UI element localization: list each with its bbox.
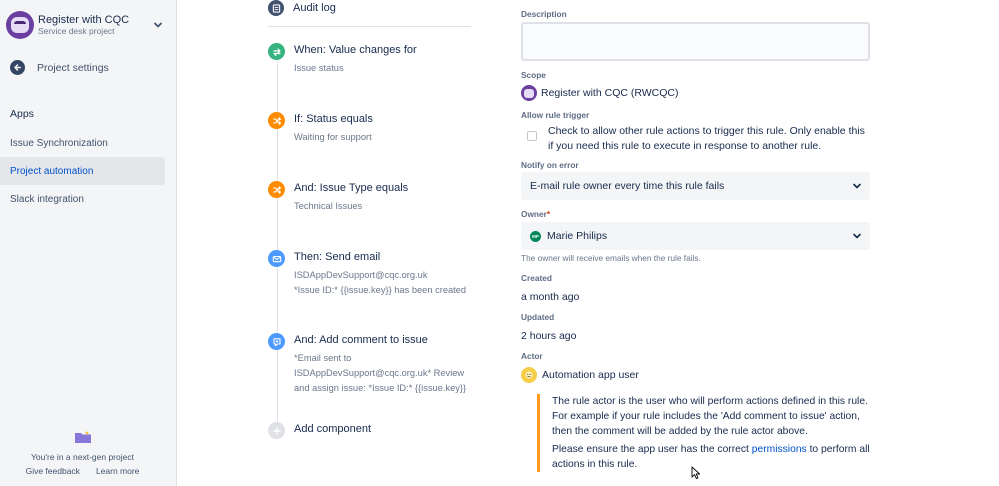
condition-icon	[268, 112, 285, 129]
comment-icon	[268, 333, 285, 350]
scope-value: Register with CQC (RWCQC)	[521, 85, 678, 101]
scope-label: Scope	[521, 70, 546, 80]
next-gen-text: You're in a next-gen project	[31, 452, 134, 462]
component-detail: and assign issue: *Issue ID:* {{issue.ke…	[294, 382, 467, 393]
add-component-label: Add component	[294, 423, 372, 435]
divider	[268, 26, 471, 27]
project-avatar	[521, 85, 537, 101]
trigger-icon	[268, 43, 285, 60]
permissions-link[interactable]: permissions	[752, 444, 807, 455]
scope-project-name: Register with CQC (RWCQC)	[541, 87, 679, 99]
owner-select[interactable]: MP Marie Philips	[521, 222, 870, 250]
actor-value: Automation app user	[521, 367, 639, 383]
give-feedback-link[interactable]: Give feedback	[26, 466, 80, 476]
component-detail: Waiting for support	[294, 132, 372, 142]
plus-icon	[268, 422, 285, 439]
next-gen-notice: You're in a next-gen project Give feedba…	[0, 430, 165, 476]
owner-label: Owner*	[521, 209, 551, 219]
component-detail: ISDAppDevSupport@cqc.org.uk* Review	[294, 367, 465, 378]
created-value: a month ago	[521, 291, 580, 303]
description-field[interactable]	[521, 22, 870, 61]
project-type: Service desk project	[38, 26, 115, 36]
required-marker: *	[546, 209, 551, 219]
sidebar-item-slack-integration[interactable]: Slack integration	[0, 185, 165, 213]
sidebar-item-issue-synchronization[interactable]: Issue Synchronization	[0, 129, 165, 157]
actor-label: Actor	[521, 351, 543, 361]
notify-on-error-value: E-mail rule owner every time this rule f…	[530, 180, 725, 192]
sidebar: Register with CQC Service desk project P…	[0, 0, 177, 486]
component-title: If: Status equals	[294, 113, 373, 125]
audit-log-icon	[268, 0, 284, 16]
actor-note-text: The rule actor is the user who will perf…	[552, 396, 868, 437]
updated-label: Updated	[521, 312, 555, 322]
component-title: When: Value changes for	[294, 44, 417, 56]
project-switcher[interactable]: Register with CQC Service desk project	[6, 10, 166, 40]
allow-rule-trigger: Check to allow other rule actions to tri…	[527, 124, 872, 153]
component-title: And: Issue Type equals	[294, 182, 409, 194]
actor-info-note: The rule actor is the user who will perf…	[537, 394, 873, 472]
app-user-avatar	[521, 367, 537, 383]
apps-heading: Apps	[10, 108, 34, 120]
project-avatar	[6, 11, 34, 39]
component-title: And: Add comment to issue	[294, 334, 428, 346]
mouse-cursor-icon	[691, 466, 701, 480]
folder-icon	[74, 430, 91, 443]
project-settings-label: Project settings	[37, 61, 109, 74]
notify-on-error-select[interactable]: E-mail rule owner every time this rule f…	[521, 172, 870, 200]
created-label: Created	[521, 273, 552, 283]
component-detail: *Issue ID:* {{issue.key}} has been creat…	[294, 284, 467, 295]
actor-name: Automation app user	[542, 369, 639, 381]
component-detail: *Email sent to	[294, 353, 352, 363]
arrow-left-icon	[10, 60, 25, 75]
chevron-down-icon	[849, 228, 865, 244]
audit-log-link[interactable]: Audit log	[268, 0, 336, 16]
allow-rule-trigger-checkbox[interactable]	[527, 131, 537, 141]
component-detail: ISDAppDevSupport@cqc.org.uk	[294, 270, 428, 280]
component-title: Then: Send email	[294, 251, 381, 263]
audit-log-label: Audit log	[293, 2, 336, 14]
learn-more-link[interactable]: Learn more	[96, 466, 139, 476]
component-detail: Technical Issues	[294, 201, 363, 211]
email-icon	[268, 250, 285, 267]
chevron-down-icon	[849, 178, 865, 194]
owner-avatar: MP	[530, 230, 541, 242]
owner-value: Marie Philips	[547, 230, 608, 242]
sidebar-item-project-automation[interactable]: Project automation	[0, 157, 165, 185]
chevron-down-icon[interactable]	[150, 17, 166, 33]
description-label: Description	[521, 9, 567, 19]
owner-helper-text: The owner will receive emails when the r…	[521, 253, 701, 263]
condition-icon	[268, 181, 285, 198]
component-detail: Issue status	[294, 63, 344, 73]
project-settings-link[interactable]: Project settings	[10, 60, 109, 75]
updated-value: 2 hours ago	[521, 330, 577, 342]
project-name: Register with CQC	[38, 14, 130, 26]
notify-on-error-label: Notify on error	[521, 160, 579, 170]
allow-rule-trigger-label: Allow rule trigger	[521, 110, 590, 120]
allow-rule-trigger-text: Check to allow other rule actions to tri…	[548, 125, 865, 152]
